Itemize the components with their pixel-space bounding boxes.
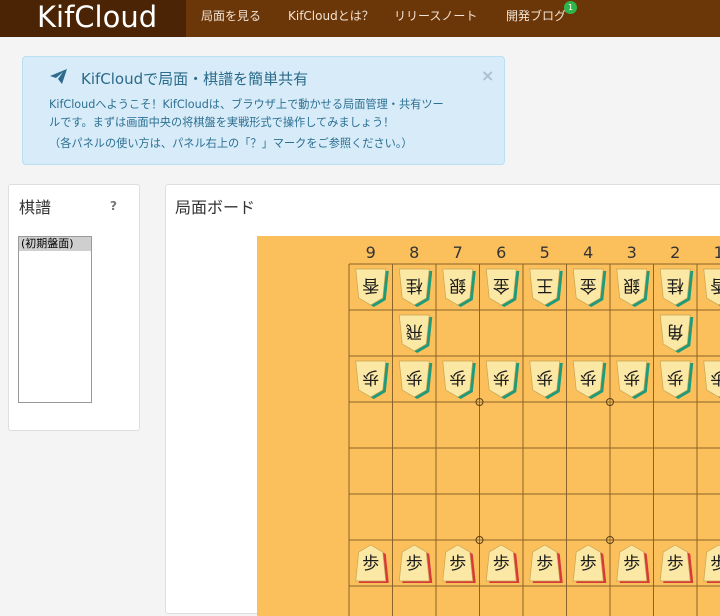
- sente-piece[interactable]: 歩: [355, 544, 389, 583]
- sente-piece[interactable]: 歩: [398, 544, 433, 583]
- alert-text-line-2: ルです。まずは画面中央の将棋盤を実戦形式で操作してみましょう！: [49, 116, 395, 129]
- piece-label: 香: [362, 275, 379, 295]
- kifu-panel: 棋譜 ? (初期盤面): [8, 184, 140, 431]
- shogi-board: 987654321香桂銀金王金銀桂香飛角歩歩歩歩歩歩歩歩歩歩歩歩歩歩歩歩歩歩: [257, 236, 720, 616]
- piece-label: 飛: [406, 321, 423, 341]
- piece-label: 銀: [449, 275, 466, 295]
- top-navbar: KifCloud 局面を見る KifCloudとは？ リリースノート 開発ブログ…: [0, 0, 720, 37]
- notification-badge: 1: [564, 1, 577, 14]
- gote-piece[interactable]: 飛: [398, 314, 433, 353]
- file-label: 6: [496, 243, 506, 262]
- alert-text-line-3: （各パネルの使い方は、パネル右上の「？」マークをご参照ください。）: [49, 137, 413, 150]
- piece-label: 歩: [406, 367, 423, 387]
- piece-label: 歩: [536, 367, 553, 387]
- piece-label: 香: [710, 275, 720, 295]
- gote-piece[interactable]: 銀: [442, 268, 476, 307]
- sente-piece[interactable]: 歩: [529, 544, 563, 583]
- file-label: 1: [714, 243, 720, 262]
- piece-label: 歩: [710, 367, 720, 387]
- nav-view-position[interactable]: 局面を見る: [201, 0, 261, 37]
- piece-label: 歩: [493, 367, 510, 387]
- piece-label: 桂: [667, 275, 684, 295]
- gote-piece[interactable]: 歩: [659, 360, 694, 399]
- nav-release-notes[interactable]: リリースノート: [394, 0, 477, 37]
- piece-label: 歩: [710, 554, 720, 574]
- sente-piece[interactable]: 歩: [616, 544, 650, 583]
- piece-label: 歩: [667, 554, 684, 574]
- sente-piece[interactable]: 歩: [485, 544, 520, 583]
- gote-piece[interactable]: 歩: [703, 360, 720, 399]
- kifu-move-item[interactable]: (初期盤面): [19, 237, 91, 251]
- sente-piece[interactable]: 歩: [659, 544, 694, 583]
- piece-label: 歩: [623, 367, 640, 387]
- file-label: 2: [670, 243, 680, 262]
- piece-label: 歩: [536, 554, 553, 574]
- piece-label: 歩: [623, 554, 640, 574]
- nav-about[interactable]: KifCloudとは？: [288, 0, 374, 37]
- brand-logo[interactable]: KifCloud: [0, 0, 186, 37]
- piece-label: 金: [493, 275, 510, 295]
- gote-piece[interactable]: 歩: [442, 360, 476, 399]
- piece-label: 王: [536, 275, 553, 295]
- file-label: 3: [627, 243, 637, 262]
- piece-label: 歩: [580, 367, 597, 387]
- gote-piece[interactable]: 歩: [485, 360, 520, 399]
- help-icon[interactable]: ?: [110, 199, 117, 213]
- piece-label: 歩: [406, 554, 423, 574]
- gote-piece[interactable]: 銀: [616, 268, 650, 307]
- gote-piece[interactable]: 香: [703, 268, 720, 307]
- gote-piece[interactable]: 歩: [572, 360, 607, 399]
- kifu-panel-title: 棋譜: [19, 198, 52, 217]
- gote-piece[interactable]: 歩: [529, 360, 563, 399]
- paper-plane-icon: [50, 69, 67, 84]
- close-icon[interactable]: ×: [481, 66, 494, 85]
- piece-label: 歩: [362, 554, 379, 574]
- piece-label: 歩: [667, 367, 684, 387]
- gote-piece[interactable]: 歩: [355, 360, 389, 399]
- piece-label: 銀: [623, 275, 640, 295]
- welcome-alert: KifCloudで局面・棋譜を簡単共有 × KifCloudへようこそ！KifC…: [22, 56, 505, 165]
- gote-piece[interactable]: 金: [572, 268, 607, 307]
- sente-piece[interactable]: 歩: [703, 544, 720, 583]
- file-label: 8: [409, 243, 419, 262]
- gote-piece[interactable]: 王: [529, 268, 563, 307]
- piece-label: 歩: [449, 367, 466, 387]
- gote-piece[interactable]: 角: [659, 314, 694, 353]
- piece-label: 桂: [406, 275, 423, 295]
- kifu-move-list[interactable]: (初期盤面): [18, 236, 92, 403]
- shogi-board-grid[interactable]: 987654321香桂銀金王金銀桂香飛角歩歩歩歩歩歩歩歩歩歩歩歩歩歩歩歩歩歩: [257, 236, 720, 616]
- file-label: 4: [583, 243, 593, 262]
- gote-piece[interactable]: 歩: [398, 360, 433, 399]
- gote-piece[interactable]: 桂: [398, 268, 433, 307]
- board-panel-title: 局面ボード: [175, 198, 256, 217]
- file-label: 5: [540, 243, 550, 262]
- alert-text-line-1: KifCloudへようこそ！KifCloudは、ブラウザ上で動かせる局面管理・共…: [49, 98, 444, 111]
- nav-dev-blog[interactable]: 開発ブログ: [506, 0, 566, 37]
- piece-label: 角: [667, 321, 684, 341]
- gote-piece[interactable]: 金: [485, 268, 520, 307]
- file-label: 7: [453, 243, 463, 262]
- piece-label: 歩: [493, 554, 510, 574]
- piece-label: 歩: [449, 554, 466, 574]
- alert-title: KifCloudで局面・棋譜を簡単共有: [81, 70, 309, 88]
- piece-label: 歩: [580, 554, 597, 574]
- gote-piece[interactable]: 歩: [616, 360, 650, 399]
- piece-label: 歩: [362, 367, 379, 387]
- sente-piece[interactable]: 歩: [442, 544, 476, 583]
- gote-piece[interactable]: 桂: [659, 268, 694, 307]
- file-label: 9: [366, 243, 376, 262]
- piece-label: 金: [580, 275, 597, 295]
- gote-piece[interactable]: 香: [355, 268, 389, 307]
- sente-piece[interactable]: 歩: [572, 544, 607, 583]
